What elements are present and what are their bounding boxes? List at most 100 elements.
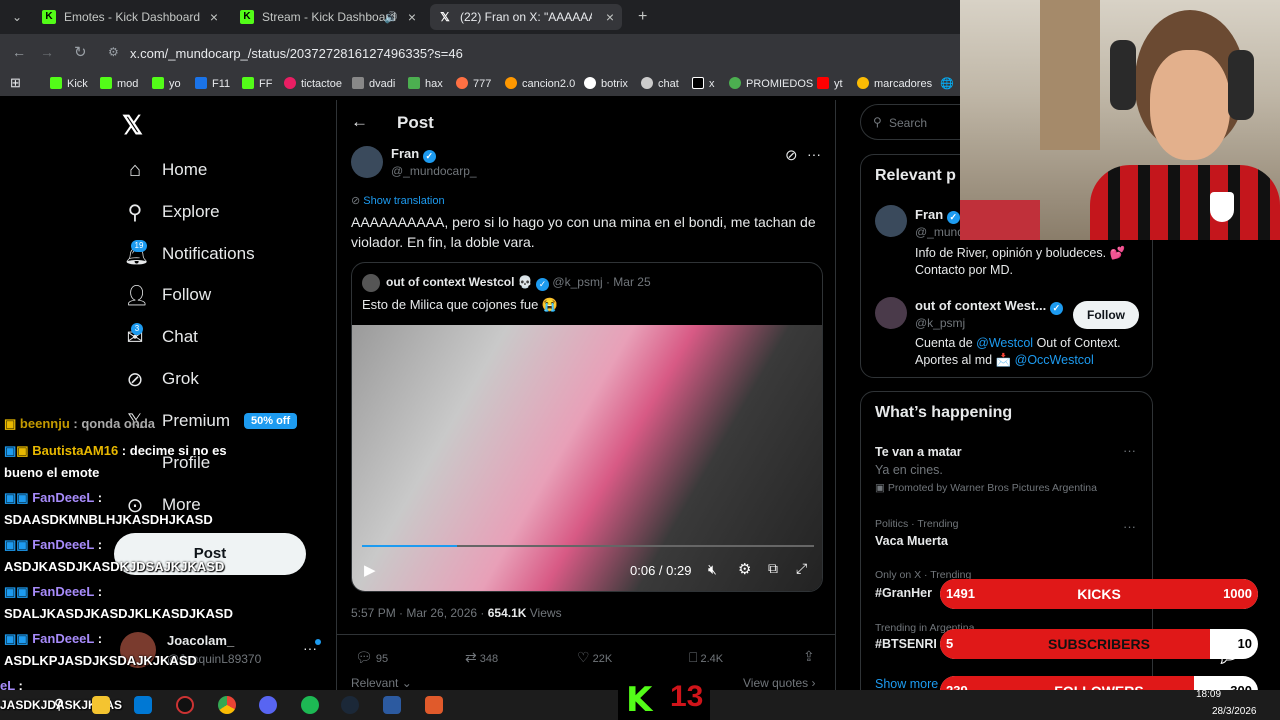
settings-gear-icon[interactable]: ⚙ [738, 560, 751, 578]
back-icon[interactable]: ← [12, 44, 26, 60]
bookmark-chat[interactable]: chat [641, 77, 679, 90]
bookmark-x[interactable]: x [692, 77, 715, 90]
sort-replies-dropdown[interactable]: Relevant ⌄ [351, 676, 412, 690]
chat-message: ASDLKPJASDJKSDAJKJKASD [4, 653, 197, 668]
chat-badge-icon: ▣ [4, 416, 17, 431]
reload-icon[interactable]: ↻ [74, 43, 87, 61]
video-player[interactable]: ▶ 0:06 / 0:29 🔇︎ ⚙ ⧉ ⤢ [352, 325, 822, 591]
video-progress-track[interactable] [362, 545, 814, 547]
trend-name[interactable]: #GranHer [875, 586, 932, 600]
follow-button[interactable]: Follow [1073, 301, 1139, 329]
like-button[interactable]: ♡ 22K [577, 649, 612, 666]
globe-icon[interactable]: 🌐 [940, 77, 954, 90]
trend-name[interactable]: #BTSENRI [875, 637, 937, 651]
tab-stream[interactable]: K Stream - Kick Dashboard 🔊 × [232, 4, 424, 30]
chat-badge-icon: ▣ [4, 631, 17, 646]
bookmark-icon: ⎕ [689, 649, 698, 665]
search-icon[interactable]: ⚲ [54, 696, 72, 714]
author-avatar[interactable] [351, 146, 383, 178]
author-handle[interactable]: @_mundocarp_ [391, 164, 477, 178]
person-avatar[interactable] [875, 205, 907, 237]
nav-follow[interactable]: 👤︎ Follow [124, 280, 211, 310]
bookmark-cancion[interactable]: cancion2.0 [505, 77, 575, 90]
browser-tab-bar: ⌄ K Emotes - Kick Dashboard × K Stream -… [0, 0, 960, 34]
picture-in-picture-icon[interactable]: ⧉ [768, 560, 778, 577]
person-avatar[interactable] [875, 297, 907, 329]
view-quotes-link[interactable]: View quotes › [743, 676, 816, 690]
app-icon[interactable] [425, 696, 443, 714]
repost-button[interactable]: ⇄ 348 [465, 649, 498, 666]
play-icon[interactable]: ▶ [364, 561, 376, 579]
person-name[interactable]: Fran ✓ [915, 207, 960, 224]
whats-happening-title: What’s happening [875, 404, 1013, 421]
chat-message: SDAASDKMNBLHJKASDHJKASD [4, 512, 213, 527]
reply-button[interactable]: 💬︎ 95 [355, 649, 388, 666]
bookmark-dvadi[interactable]: dvadi [352, 77, 395, 90]
close-icon[interactable]: × [606, 9, 614, 25]
bookmark-yo[interactable]: yo [152, 77, 181, 90]
bookmark-ff[interactable]: FF [242, 77, 272, 90]
speaker-icon[interactable]: 🔊 [384, 11, 398, 24]
webcam-overlay [960, 0, 1280, 240]
botrix-icon [584, 77, 596, 89]
mute-icon[interactable]: 🔇︎ [708, 561, 717, 578]
nav-home[interactable]: ⌂ Home [124, 155, 207, 185]
bookmark-yt[interactable]: yt [817, 77, 843, 90]
close-icon[interactable]: × [408, 9, 416, 25]
url-input[interactable]: x.com/_mundocarp_/status/203727281612749… [130, 46, 463, 61]
globe-icon: ⊘ [351, 195, 361, 207]
bookmark-mod[interactable]: mod [100, 77, 138, 90]
share-icon[interactable]: ⇪ [803, 648, 815, 665]
bookmark-botrix[interactable]: botrix [584, 77, 628, 90]
author-name[interactable]: Fran ✓ [391, 146, 436, 163]
bookmark-kick[interactable]: Kick [50, 77, 88, 90]
obs-icon[interactable] [176, 696, 194, 714]
tab-emotes[interactable]: K Emotes - Kick Dashboard × [34, 4, 226, 30]
show-translation-link[interactable]: ⊘ Show translation [351, 194, 445, 207]
app-icon[interactable] [383, 696, 401, 714]
chrome-icon[interactable] [218, 696, 236, 714]
file-explorer-icon[interactable] [92, 696, 110, 714]
trend-name[interactable]: Te van a matar [875, 445, 962, 459]
nav-grok[interactable]: ⊘ Grok [124, 364, 199, 394]
chevron-down-icon: ⌄ [11, 10, 23, 24]
verified-icon: ✓ [536, 278, 550, 291]
grok-explain-icon[interactable]: ⊘ [785, 146, 798, 164]
show-more-link[interactable]: Show more [875, 677, 938, 691]
bookmark-tictactoe[interactable]: tictactoe [284, 77, 342, 90]
bookmark-hax[interactable]: hax [408, 77, 443, 90]
tab-search-button[interactable]: ⌄ [4, 4, 30, 30]
store-icon[interactable] [134, 696, 152, 714]
chat-message: bueno el emote [4, 465, 100, 480]
tab-x-post[interactable]: 𝕏 (22) Fran on X: "AAAAAAAAAA × [430, 4, 622, 30]
discord-icon[interactable] [259, 696, 277, 714]
back-arrow-icon[interactable]: ← [351, 112, 368, 132]
forward-icon[interactable]: → [40, 44, 54, 60]
trend-more-icon[interactable]: ··· [1123, 519, 1136, 534]
kick-icon: K [240, 10, 254, 24]
promoted-icon: ▣ [875, 482, 885, 494]
spotify-icon[interactable] [301, 696, 319, 714]
bookmark-777[interactable]: 777 [456, 77, 491, 90]
trend-subtitle: Ya en cines. [875, 463, 943, 477]
person-face [1150, 50, 1230, 160]
bookmark-marcadores[interactable]: marcadores [857, 77, 932, 90]
trend-name[interactable]: Vaca Muerta [875, 534, 948, 548]
trend-more-icon[interactable]: ··· [1123, 443, 1136, 458]
bookmark-promiedos[interactable]: PROMIEDOS [729, 77, 813, 90]
clock-date: 28/3/2026 [1212, 706, 1257, 717]
close-icon[interactable]: × [210, 9, 218, 25]
fullscreen-icon[interactable]: ⤢ [796, 560, 807, 577]
quoted-post[interactable]: out of context Westcol 💀 ✓ @k_psmj · Mar… [351, 262, 823, 592]
nav-explore[interactable]: ⚲ Explore [124, 197, 220, 227]
bookmark-f11[interactable]: F11 [195, 77, 230, 90]
apps-grid-icon[interactable]: ⊞ [10, 75, 21, 91]
x-logo-icon[interactable]: 𝕏 [122, 110, 143, 141]
steam-icon[interactable] [341, 696, 359, 714]
person-name[interactable]: out of context West... ✓ [915, 298, 1063, 315]
bookmark-button[interactable]: ⎕ 2.4K [689, 649, 723, 666]
more-options-icon[interactable]: ··· [807, 146, 821, 162]
site-info-icon[interactable]: ⚙ [108, 45, 119, 59]
person-handle: @k_psmj [915, 316, 966, 330]
new-tab-button[interactable]: + [630, 4, 652, 30]
